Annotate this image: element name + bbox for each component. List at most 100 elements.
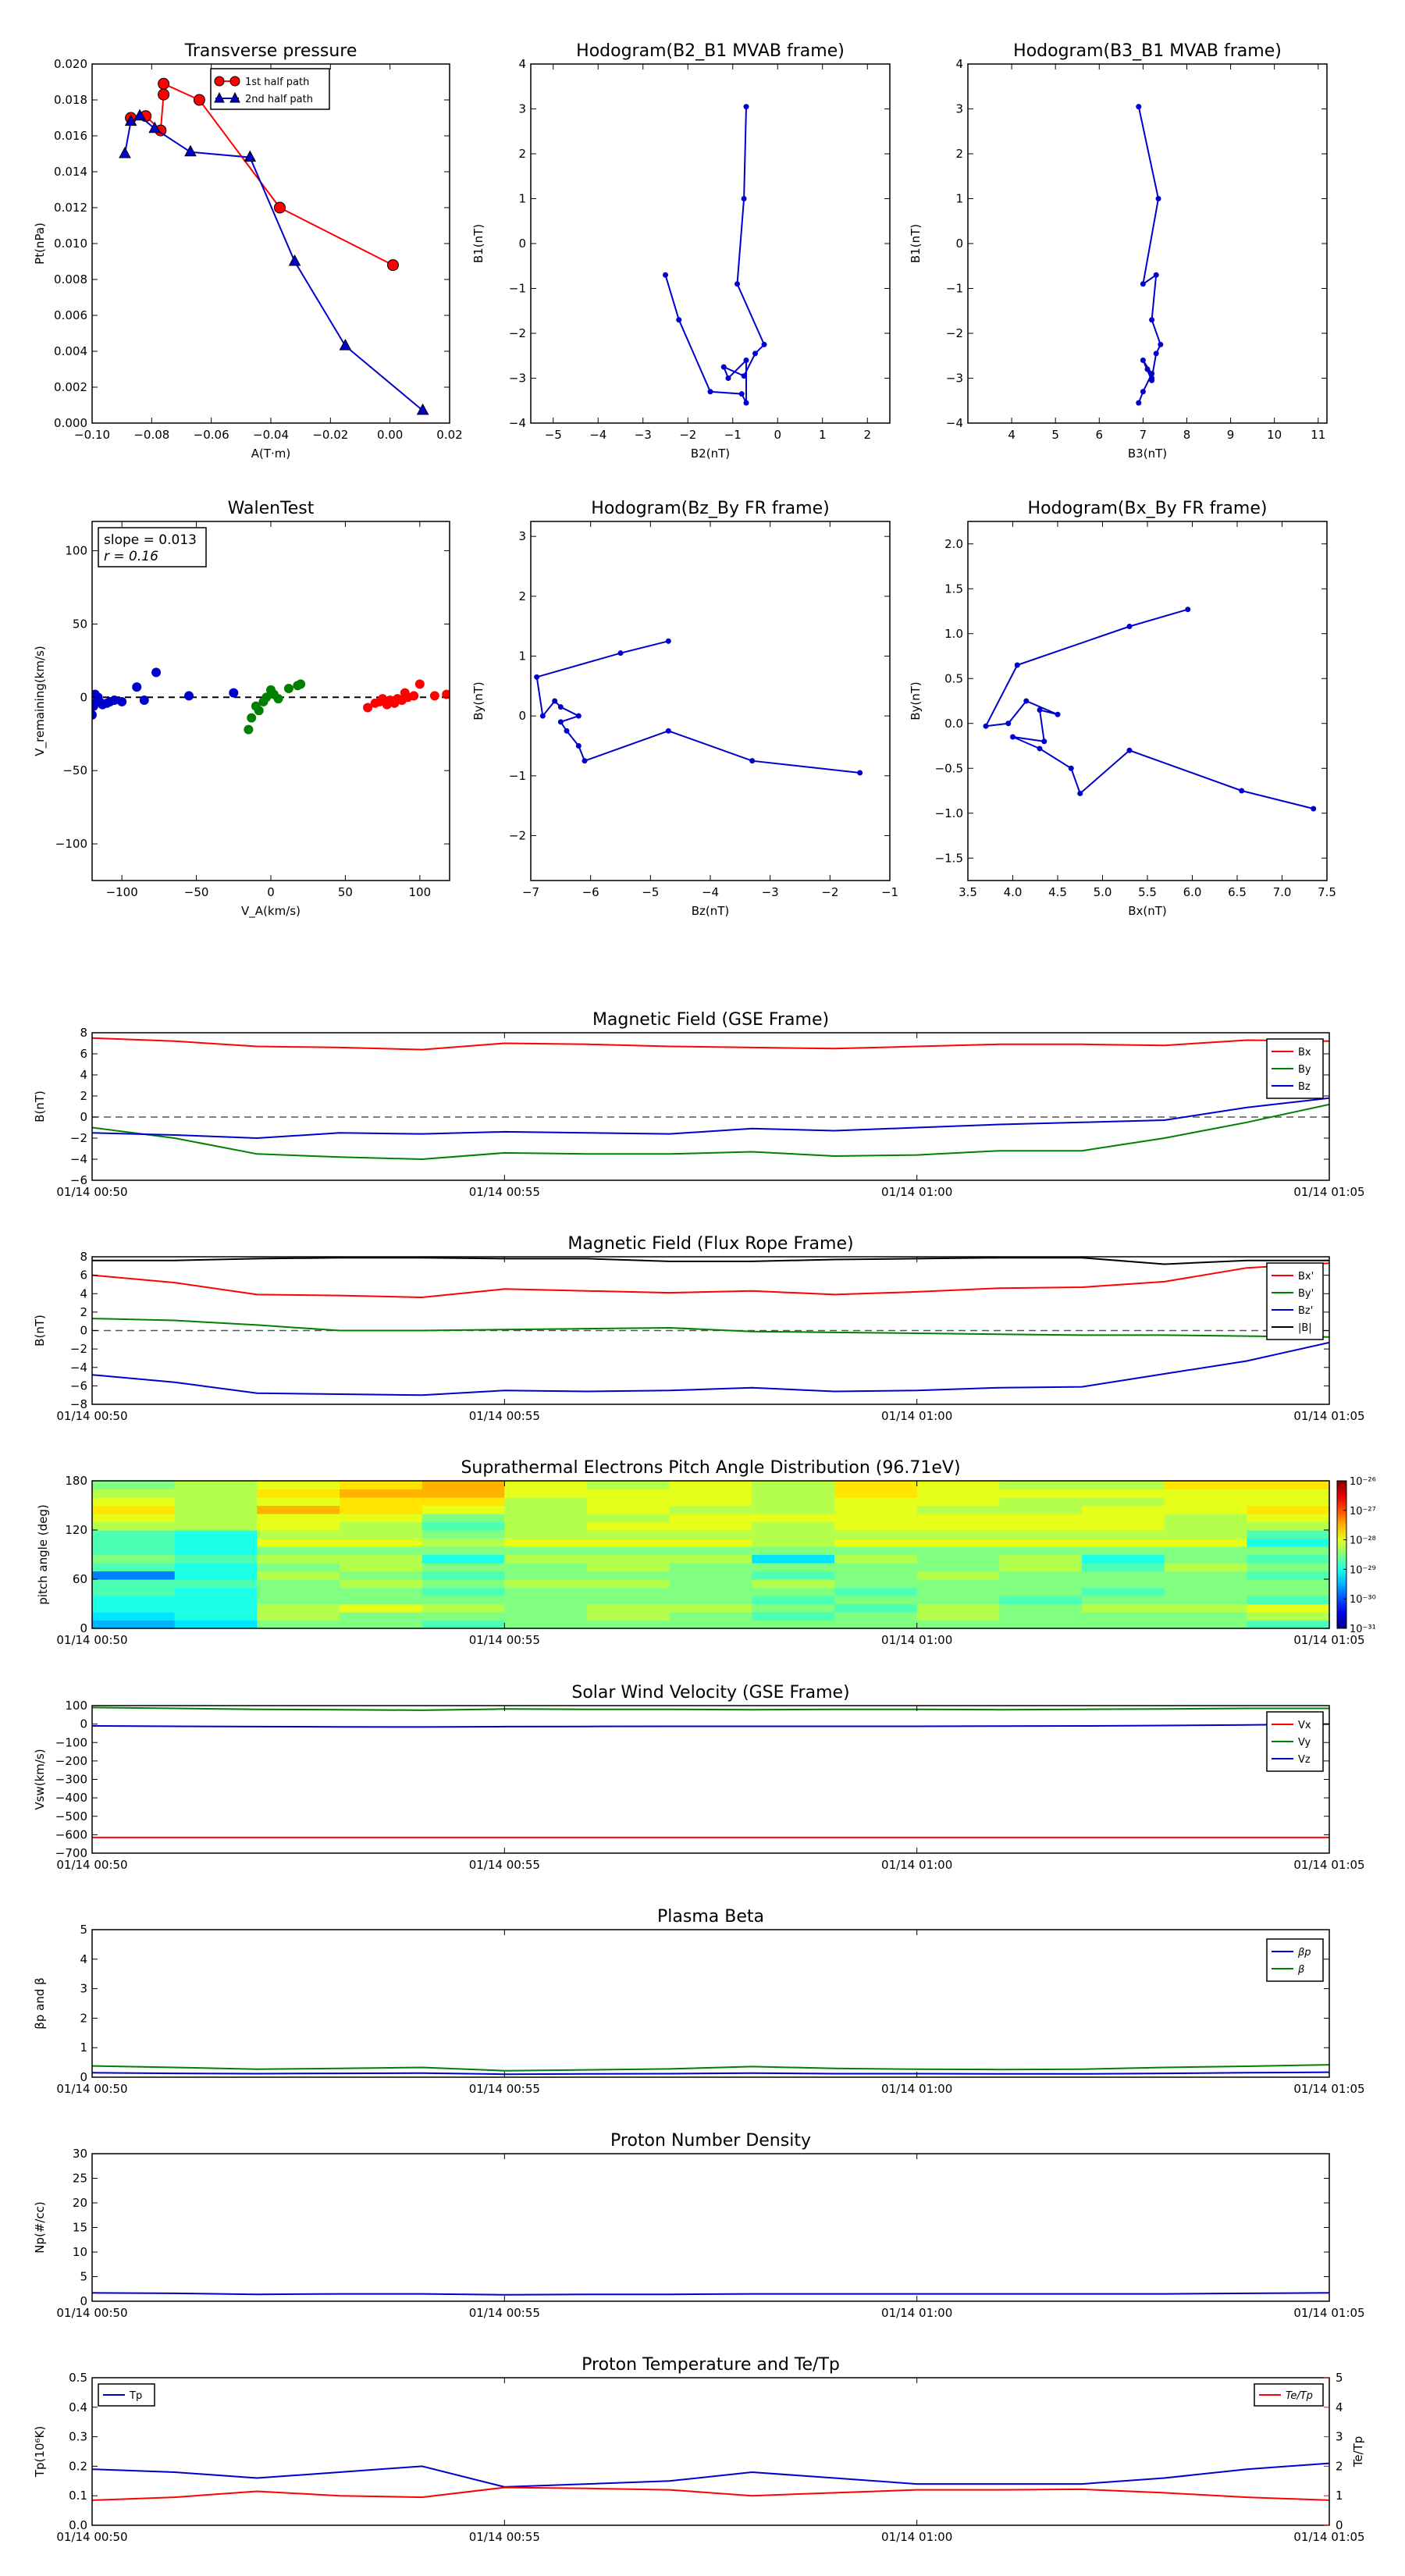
x-tick-label: 01/14 01:05 [1293, 2530, 1364, 2544]
chart-title: WalenTest [228, 499, 315, 518]
series-line [92, 1706, 1329, 1711]
heatmap-cell [999, 1546, 1083, 1556]
heatmap-cell [669, 1546, 752, 1556]
plot-area [92, 2064, 1329, 2076]
legend [1266, 1262, 1324, 1340]
x-tick-label: 01/14 01:00 [881, 1858, 952, 1872]
heatmap-cell [587, 1620, 670, 1629]
y-axis-label: B1(nT) [909, 224, 923, 263]
heatmap-cell [340, 1620, 423, 1629]
heatmap-cell [999, 1538, 1083, 1547]
x-tick-label: 01/14 00:55 [469, 1185, 540, 1199]
y-tick-label: −200 [55, 1754, 87, 1768]
heatmap-cell [1164, 1497, 1247, 1507]
y-right-tick-label: 0 [1336, 2518, 1343, 2532]
heatmap-cell [916, 1612, 1000, 1621]
x-tick-label: 01/14 00:50 [56, 1633, 127, 1647]
heatmap-cell [916, 1530, 1000, 1539]
heatmap-cell [1247, 1481, 1330, 1490]
y-tick-label: 0.008 [54, 272, 87, 286]
heatmap-cell [999, 1571, 1083, 1580]
data-point [414, 679, 425, 689]
chart-h2: Hodogram(B3_B1 MVAB frame)4 5 6 7 8 9 10 11−4−3… [909, 41, 1328, 461]
chart-pad: Suprathermal Electrons Pitch Angle Distr… [36, 1458, 1376, 1647]
heatmap-cell [174, 1571, 258, 1580]
heatmap-cell [999, 1612, 1083, 1621]
x-tick-label: 01/14 01:05 [1293, 2306, 1364, 2320]
x-axis-label: V_A(km/s) [241, 904, 301, 919]
heatmap-cell [422, 1571, 505, 1580]
heatmap-cell [422, 1612, 505, 1621]
colorbar-tick-label: 10⁻²⁶ [1350, 1476, 1376, 1488]
heatmap-cell [999, 1554, 1083, 1564]
heatmap-cell [834, 1554, 918, 1564]
heatmap-cell [834, 1603, 918, 1613]
data-point [416, 403, 429, 415]
heatmap-cell [340, 1521, 423, 1531]
data-point [738, 391, 745, 397]
y-tick-label: 0.012 [54, 201, 87, 215]
heatmap-cell [999, 1603, 1083, 1613]
series-line [92, 1037, 1329, 1051]
data-point [1153, 350, 1159, 357]
heatmap-cell [834, 1587, 918, 1596]
x-tick-label: 5.0 [1094, 885, 1112, 899]
y-tick-label: 4 [80, 1286, 87, 1300]
heatmap-cell [999, 1514, 1083, 1523]
series-line [130, 82, 393, 266]
x-tick-label: −0.04 [253, 428, 289, 442]
heatmap-cell [257, 1546, 340, 1556]
x-tick-label: 4.5 [1048, 885, 1067, 899]
heatmap-cell [257, 1554, 340, 1564]
heatmap-cell [916, 1563, 1000, 1572]
heatmap-cell [174, 1514, 258, 1523]
y-tick-label: 0.002 [54, 380, 87, 394]
chart-h1: Hodogram(B2_B1 MVAB frame) −5 −4 −3 −2 −1 0 1 2 −… [471, 41, 891, 461]
chart-title: Transverse pressure [184, 41, 357, 61]
heatmap-cell [916, 1538, 1000, 1547]
plot-frame [530, 521, 891, 881]
series-line [92, 2462, 1329, 2488]
y-tick-label: −700 [55, 1846, 87, 1860]
y-tick-label: 2 [518, 147, 526, 161]
heatmap-cell [752, 1521, 835, 1531]
x-tick-label: 50 [338, 885, 353, 899]
heatmap-cell [174, 1587, 258, 1596]
x-tick-label: 100 [409, 885, 432, 899]
plot-frame [91, 1929, 1330, 2078]
y-tick-label: 2 [80, 1305, 87, 1319]
x-tick-label: 01/14 00:50 [56, 1185, 127, 1199]
x-tick-label: 0 [267, 885, 275, 899]
legend-label: Vx [1298, 1720, 1311, 1731]
y-tick-label: −2 [946, 326, 963, 340]
y-tick-label: −3 [946, 372, 963, 386]
heatmap-cell [999, 1489, 1083, 1498]
heatmap-cell [504, 1489, 588, 1498]
heatmap-cell [1164, 1489, 1247, 1498]
y-tick-label: 0.000 [54, 416, 87, 430]
heatmap-cell [669, 1489, 752, 1498]
heatmap-cell [1164, 1514, 1247, 1523]
plot-frame [91, 2153, 1330, 2302]
data-point [665, 728, 671, 734]
y-tick-label: 1.5 [944, 582, 963, 596]
chart-fr: Magnetic Field (Flux Rope Frame) 01/14 00… [33, 1234, 1365, 1423]
x-tick-label: 10 [1267, 428, 1282, 442]
data-point [676, 317, 682, 323]
heatmap-cell [1247, 1554, 1330, 1564]
y-tick-label: −2 [509, 326, 526, 340]
plot-frame [530, 63, 891, 424]
x-tick-label: 01/14 00:50 [56, 2306, 127, 2320]
x-axis-label: B2(nT) [691, 447, 730, 461]
heatmap-cell [504, 1530, 588, 1539]
data-point [752, 350, 758, 357]
colorbar-tick-label: 10⁻³¹ [1350, 1624, 1376, 1635]
data-point [1140, 281, 1146, 287]
heatmap-cell [504, 1514, 588, 1523]
heatmap-cell [340, 1612, 423, 1621]
heatmap-cell [92, 1514, 176, 1523]
data-point [1126, 747, 1133, 753]
y-tick-label: 5 [80, 2270, 87, 2284]
data-point [288, 254, 301, 266]
data-point [743, 400, 749, 406]
